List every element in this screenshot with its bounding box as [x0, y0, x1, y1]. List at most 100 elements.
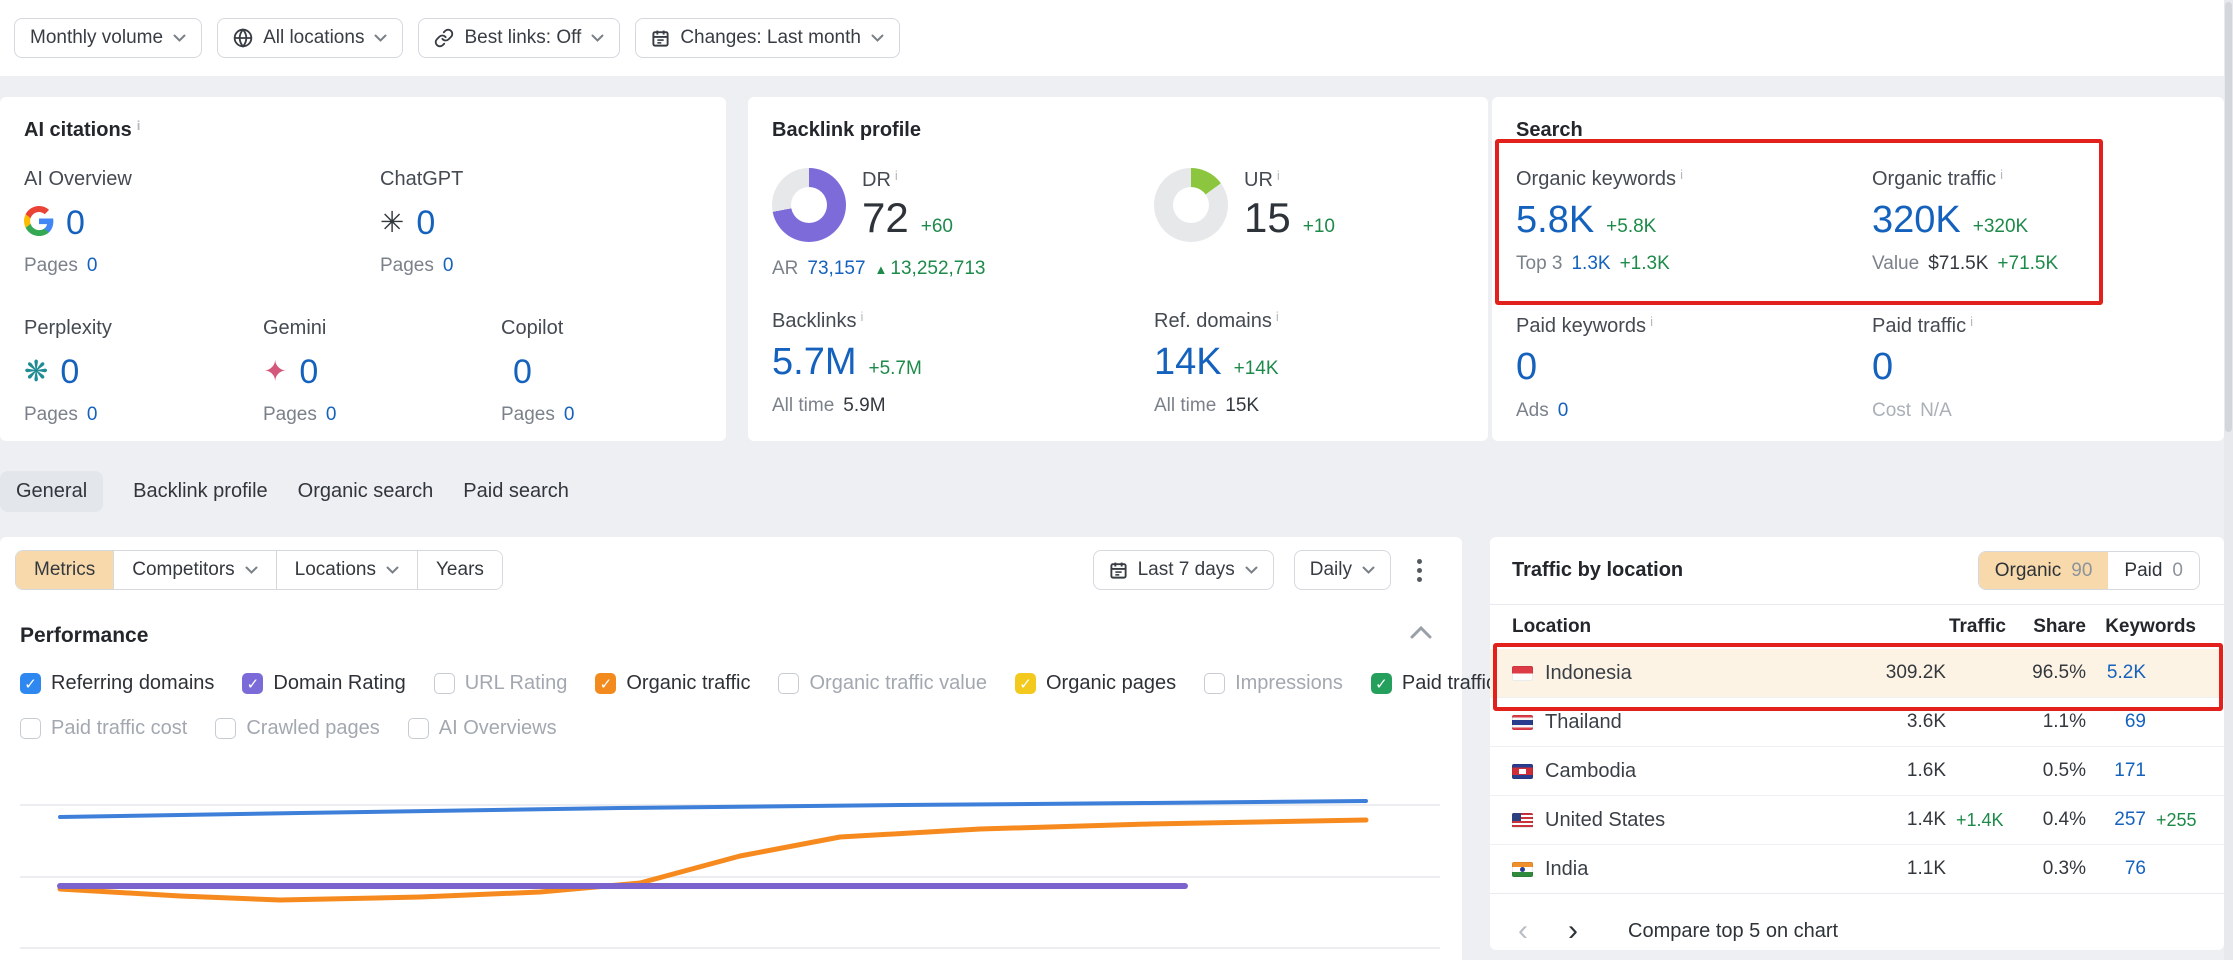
- link-icon: [434, 28, 454, 48]
- pages-count-link[interactable]: 0: [443, 255, 454, 277]
- ai-citations-count-link[interactable]: 0: [513, 355, 532, 389]
- info-icon[interactable]: [1276, 310, 1279, 323]
- ar-value-link[interactable]: 73,157: [807, 258, 865, 280]
- column-header-keywords[interactable]: Keywords: [2086, 616, 2196, 638]
- location-row-cambodia[interactable]: Cambodia1.6K0.5%171: [1490, 746, 2224, 795]
- date-range-button[interactable]: Last 7 days: [1093, 550, 1274, 590]
- ai-citation-perplexity: Perplexity❋0Pages0: [24, 317, 263, 426]
- keywords-count-link[interactable]: 69: [2125, 711, 2146, 732]
- ai-citations-count-link[interactable]: 0: [66, 206, 85, 240]
- checkbox-domain-rating[interactable]: Domain Rating: [242, 672, 405, 695]
- pages-count-link[interactable]: 0: [564, 404, 575, 426]
- checkbox-organic-pages[interactable]: Organic pages: [1015, 672, 1176, 695]
- google-icon: [24, 206, 54, 241]
- keywords-count-link[interactable]: 5.2K: [2107, 662, 2146, 683]
- scrollbar-thumb[interactable]: [2225, 2, 2232, 432]
- ref-domains-label: Ref. domains: [1154, 310, 1464, 333]
- info-icon[interactable]: [1970, 315, 1973, 328]
- metric-value-link[interactable]: 0: [1872, 348, 1893, 388]
- pages-count-link[interactable]: 0: [87, 255, 98, 277]
- page-scrollbar[interactable]: [2224, 0, 2233, 960]
- metric-value-link[interactable]: 320K: [1872, 201, 1961, 241]
- checkbox-impressions[interactable]: Impressions: [1204, 672, 1343, 695]
- ai-citations-count-link[interactable]: 0: [60, 355, 79, 389]
- sub-label: Value: [1872, 253, 1919, 275]
- search-row-1: Organic keywords5.8K+5.8KTop 31.3K+1.3KO…: [1516, 168, 2200, 275]
- location-cell: India: [1512, 858, 1816, 881]
- metric-delta: +320K: [1973, 216, 2028, 238]
- tab-backlink-profile[interactable]: Backlink profile: [133, 471, 268, 512]
- keywords-count-link[interactable]: 76: [2125, 858, 2146, 879]
- filter-monthly-volume-button[interactable]: Monthly volume: [14, 18, 202, 58]
- tab-paid-search[interactable]: Paid search: [463, 471, 569, 512]
- chevron-up-icon[interactable]: [1410, 626, 1432, 644]
- column-header-traffic[interactable]: Traffic: [1816, 616, 2006, 638]
- info-icon[interactable]: [2000, 168, 2003, 181]
- metric-value-link[interactable]: 0: [1516, 348, 1537, 388]
- ref-domains-value-link[interactable]: 14K: [1154, 343, 1222, 383]
- checkbox-organic-traffic[interactable]: Organic traffic: [595, 672, 750, 695]
- column-header-share[interactable]: Share: [2006, 616, 2086, 638]
- metric-value-link[interactable]: 5.8K: [1516, 201, 1594, 241]
- info-icon[interactable]: [137, 119, 141, 132]
- info-icon[interactable]: [1680, 168, 1683, 181]
- info-icon[interactable]: [1650, 315, 1653, 328]
- filter-best-links-button[interactable]: Best links: Off: [418, 18, 620, 58]
- sub-value[interactable]: 1.3K: [1571, 253, 1610, 275]
- segment-metrics[interactable]: Metrics: [16, 551, 114, 589]
- pages-count-link[interactable]: 0: [87, 404, 98, 426]
- more-options-kebab-icon[interactable]: [1411, 553, 1428, 588]
- search-row-2: Paid keywords0Ads0Paid traffic0CostN/A: [1516, 315, 2200, 422]
- column-header-location[interactable]: Location: [1512, 616, 1816, 638]
- checkbox-organic-traffic-value[interactable]: Organic traffic value: [778, 672, 987, 695]
- ai-citations-count-link[interactable]: 0: [416, 206, 435, 240]
- share-value: 0.3%: [2006, 858, 2086, 880]
- ai-pages-row: Pages0: [380, 255, 702, 277]
- segment-label: Metrics: [34, 559, 95, 581]
- info-icon[interactable]: [860, 310, 863, 323]
- info-icon[interactable]: [895, 169, 898, 182]
- tab-organic-search[interactable]: Organic search: [298, 471, 434, 512]
- checkbox-label: Paid traffic cost: [51, 717, 187, 740]
- traffic-value: 3.6K: [1816, 711, 1946, 733]
- segment-locations[interactable]: Locations: [277, 551, 418, 589]
- prev-page-icon[interactable]: ‹: [1512, 916, 1534, 946]
- location-row-thailand[interactable]: Thailand3.6K1.1%69: [1490, 697, 2224, 746]
- backlinks-value-link[interactable]: 5.7M: [772, 343, 856, 383]
- segment-competitors[interactable]: Competitors: [114, 551, 276, 589]
- checkbox-paid-traffic[interactable]: Paid traffic: [1371, 672, 1496, 695]
- gemini-icon: ✦: [263, 358, 287, 387]
- info-icon[interactable]: [1277, 169, 1280, 182]
- keywords-count-link[interactable]: 257: [2114, 809, 2146, 830]
- keywords-count-link[interactable]: 171: [2114, 760, 2146, 781]
- checkbox-box: [215, 718, 236, 739]
- granularity-button[interactable]: Daily: [1294, 550, 1391, 590]
- checkbox-paid-traffic-cost[interactable]: Paid traffic cost: [20, 717, 187, 740]
- location-row-india[interactable]: India1.1K0.3%76: [1490, 844, 2224, 893]
- metric-sub-row: CostN/A: [1872, 400, 2200, 422]
- checkbox-referring-domains[interactable]: Referring domains: [20, 672, 214, 695]
- toggle-paid[interactable]: Paid0: [2108, 552, 2199, 589]
- next-page-icon[interactable]: ›: [1562, 916, 1584, 946]
- keywords-cell: 5.2K: [2086, 662, 2146, 684]
- tab-general[interactable]: General: [0, 471, 103, 512]
- compare-top5-button[interactable]: Compare top 5 on chart: [1628, 920, 1838, 943]
- checkbox-crawled-pages[interactable]: Crawled pages: [215, 717, 379, 740]
- location-name: Indonesia: [1545, 662, 1632, 685]
- filter-changes-button[interactable]: Changes: Last month: [635, 18, 900, 58]
- location-table-header: LocationTrafficShareKeywords: [1490, 605, 2224, 649]
- location-row-united-states[interactable]: United States1.4K+1.4K0.4%257+255: [1490, 795, 2224, 844]
- checkbox-url-rating[interactable]: URL Rating: [434, 672, 568, 695]
- location-row-indonesia[interactable]: Indonesia309.2K96.5%5.2K: [1490, 649, 2224, 697]
- ai-citations-count-link[interactable]: 0: [299, 355, 318, 389]
- filter-all-locations-button[interactable]: All locations: [217, 18, 403, 58]
- checkbox-ai-overviews[interactable]: AI Overviews: [408, 717, 557, 740]
- toggle-organic[interactable]: Organic90: [1979, 552, 2109, 589]
- pages-count-link[interactable]: 0: [326, 404, 337, 426]
- backlink-profile-title-text: Backlink profile: [772, 119, 921, 141]
- ur-label: UR: [1244, 169, 1335, 192]
- chevron-down-icon: [1245, 566, 1258, 575]
- share-value: 1.1%: [2006, 711, 2086, 733]
- segment-years[interactable]: Years: [418, 551, 502, 589]
- sub-value[interactable]: 0: [1558, 400, 1569, 422]
